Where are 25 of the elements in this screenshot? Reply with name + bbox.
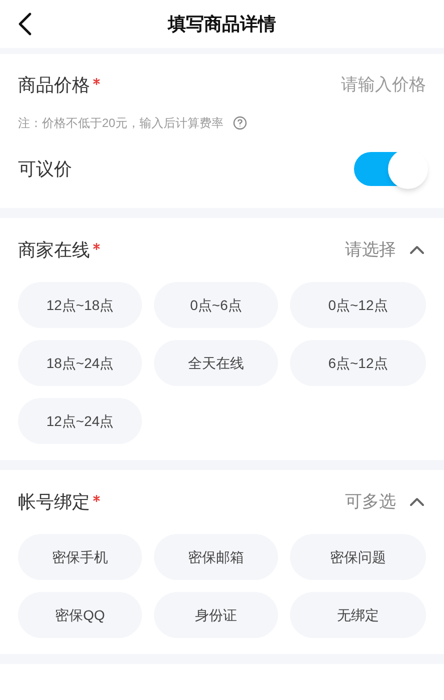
help-icon[interactable]	[233, 116, 248, 130]
option-chip[interactable]: 12点~18点	[18, 282, 142, 328]
price-note: 注：价格不低于20元，输入后计算费率	[18, 115, 224, 132]
option-chip[interactable]: 密保问题	[290, 534, 426, 580]
option-chip[interactable]: 18点~24点	[18, 340, 142, 386]
page-title: 填写商品详情	[168, 12, 276, 36]
option-chip[interactable]: 无绑定	[290, 592, 426, 638]
option-chip[interactable]: 密保邮箱	[154, 534, 278, 580]
option-chip[interactable]: 6点~12点	[290, 340, 426, 386]
negotiable-label: 可议价	[18, 158, 72, 180]
option-chip[interactable]: 0点~6点	[154, 282, 278, 328]
section-hint: 请选择	[345, 239, 396, 262]
section-title: 商家在线	[18, 238, 90, 262]
back-icon[interactable]	[18, 12, 32, 36]
option-chip[interactable]: 全天在线	[154, 340, 278, 386]
field-label: 商品价格	[18, 74, 90, 96]
section-hint: 可多选	[345, 491, 396, 514]
option-chip[interactable]: 身份证	[154, 592, 278, 638]
option-chip[interactable]: 12点~24点	[18, 398, 142, 444]
option-chip[interactable]: 0点~12点	[290, 282, 426, 328]
section-title: 帐号绑定	[18, 490, 90, 514]
option-chip[interactable]: 密保QQ	[18, 592, 142, 638]
price-field[interactable]: 请输入价格	[306, 72, 426, 98]
option-chip[interactable]: 密保手机	[18, 534, 142, 580]
negotiable-toggle[interactable]	[354, 152, 426, 186]
